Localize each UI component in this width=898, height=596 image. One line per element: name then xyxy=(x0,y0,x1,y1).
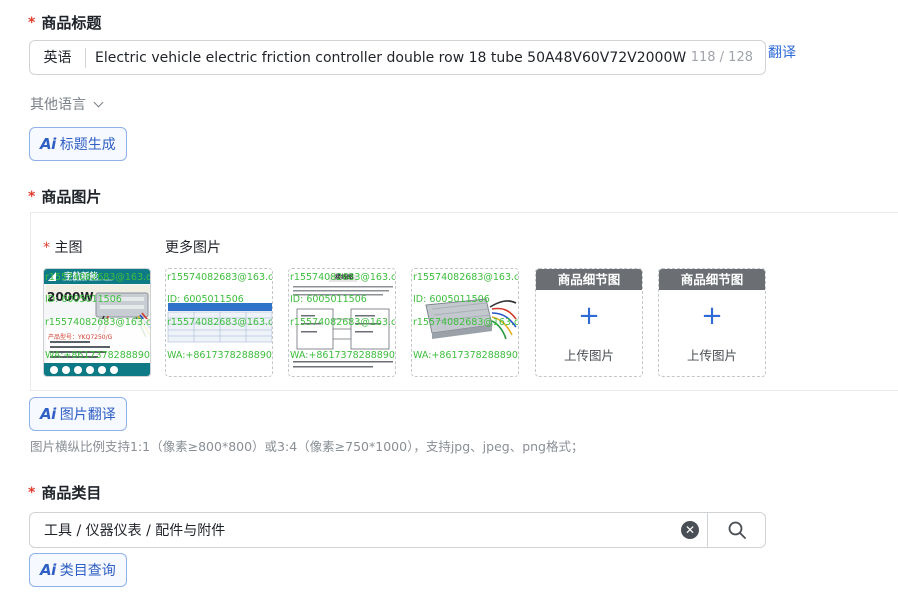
main-image-model: 产品型号：YKQ7250/G xyxy=(48,334,113,341)
clear-icon[interactable]: ✕ xyxy=(681,521,699,539)
main-image-label-text: 主图 xyxy=(54,240,83,256)
ai-image-translate-button[interactable]: Ai 图片翻译 xyxy=(29,397,127,431)
search-icon xyxy=(728,521,746,539)
more-images-label: 更多图片 xyxy=(165,240,221,256)
other-language-label: 其他语言 xyxy=(30,97,86,113)
required-mark: * xyxy=(43,240,50,256)
detail-image-upload-slot[interactable]: 商品细节图 + 上传图片 xyxy=(535,268,643,377)
detail-image-upload-slot[interactable]: 商品细节图 + 上传图片 xyxy=(658,268,766,377)
ai-icon: Ai xyxy=(40,405,56,423)
language-tag[interactable]: 英语 xyxy=(30,47,86,68)
watermark-id: ID: 6005011506 xyxy=(413,294,490,305)
watermark-wa: WA:+8617378288890 xyxy=(290,350,395,361)
more-image-thumbnail[interactable]: 接线图 r15574082683@163.com ID: 6005011506 … xyxy=(288,268,396,377)
watermark-wa: WA:+8617378288890 xyxy=(167,350,272,361)
ai-title-generate-button[interactable]: Ai 标题生成 xyxy=(29,127,127,161)
chevron-down-icon xyxy=(93,97,104,107)
watermark-wa: WA:+8617378288890 xyxy=(45,350,150,361)
image-section-label: 商品图片 xyxy=(41,188,102,206)
watermark-id: ID: 6005011506 xyxy=(45,294,122,305)
ai-icon: Ai xyxy=(40,561,56,579)
category-section-header: * 商品类目 xyxy=(28,482,101,503)
watermark-id: ID: 6005011506 xyxy=(167,294,244,305)
detail-slot-header: 商品细节图 xyxy=(659,269,765,290)
watermark-email: r15574082683@163.com xyxy=(45,317,151,328)
title-char-count: 118 / 128 xyxy=(690,50,753,65)
category-section-label: 商品类目 xyxy=(41,484,102,502)
title-section-label: 商品标题 xyxy=(41,14,102,32)
translate-link[interactable]: 翻译 xyxy=(768,42,796,62)
required-mark: * xyxy=(28,14,36,31)
watermark-email: r15574082683@163.com xyxy=(290,317,396,328)
ai-category-query-button[interactable]: Ai 类目查询 xyxy=(29,553,127,587)
category-input[interactable]: 工具 / 仪器仪表 / 配件与附件 ✕ xyxy=(29,512,766,548)
image-section-header: * 商品图片 xyxy=(28,186,101,207)
watermark-email: r15574082683@163.com xyxy=(413,317,519,328)
category-input-value[interactable]: 工具 / 仪器仪表 / 配件与附件 xyxy=(30,520,681,540)
other-language-toggle[interactable]: 其他语言 xyxy=(30,94,104,114)
title-input-value[interactable]: Electric vehicle electric friction contr… xyxy=(86,50,687,66)
required-mark: * xyxy=(28,484,36,501)
main-image-label: * 主图 xyxy=(43,237,82,257)
category-search-button[interactable] xyxy=(707,513,765,547)
ai-category-query-label: 类目查询 xyxy=(59,563,116,579)
upload-image-label: 上传图片 xyxy=(563,348,614,363)
watermark-wa: WA:+8617378288890 xyxy=(413,350,518,361)
ai-image-translate-label: 图片翻译 xyxy=(59,407,116,423)
watermark-email: r15574082683@163.com xyxy=(45,272,151,283)
watermark-email: r15574082683@163.com xyxy=(290,272,396,283)
title-input[interactable]: 英语 Electric vehicle electric friction co… xyxy=(29,40,766,75)
plus-icon: + xyxy=(578,301,600,331)
image-requirements-hint: 图片横纵比例支持1:1（像素≥800*800）或3:4（像素≥750*1000）… xyxy=(30,439,584,454)
watermark-id: ID: 6005011506 xyxy=(290,294,367,305)
ai-title-generate-label: 标题生成 xyxy=(59,137,116,153)
title-section-header: * 商品标题 xyxy=(28,12,101,33)
upload-image-label: 上传图片 xyxy=(686,348,737,363)
watermark-email: r15574082683@163.com xyxy=(413,272,519,283)
more-image-thumbnail[interactable]: r15574082683@163.com ID: 6005011506 r155… xyxy=(411,268,519,377)
required-mark: * xyxy=(28,188,36,205)
more-image-thumbnail[interactable]: r15574082683@163.com ID: 6005011506 r155… xyxy=(165,268,273,377)
plus-icon: + xyxy=(701,301,723,331)
main-image-thumbnail[interactable]: 宇航新能 Yu hang power vehicle motor 2000W 产… xyxy=(43,268,151,377)
watermark-email: r15574082683@163.com xyxy=(167,272,273,283)
watermark-email: r15574082683@163.com xyxy=(167,317,273,328)
ai-icon: Ai xyxy=(40,135,56,153)
detail-slot-header: 商品细节图 xyxy=(536,269,642,290)
